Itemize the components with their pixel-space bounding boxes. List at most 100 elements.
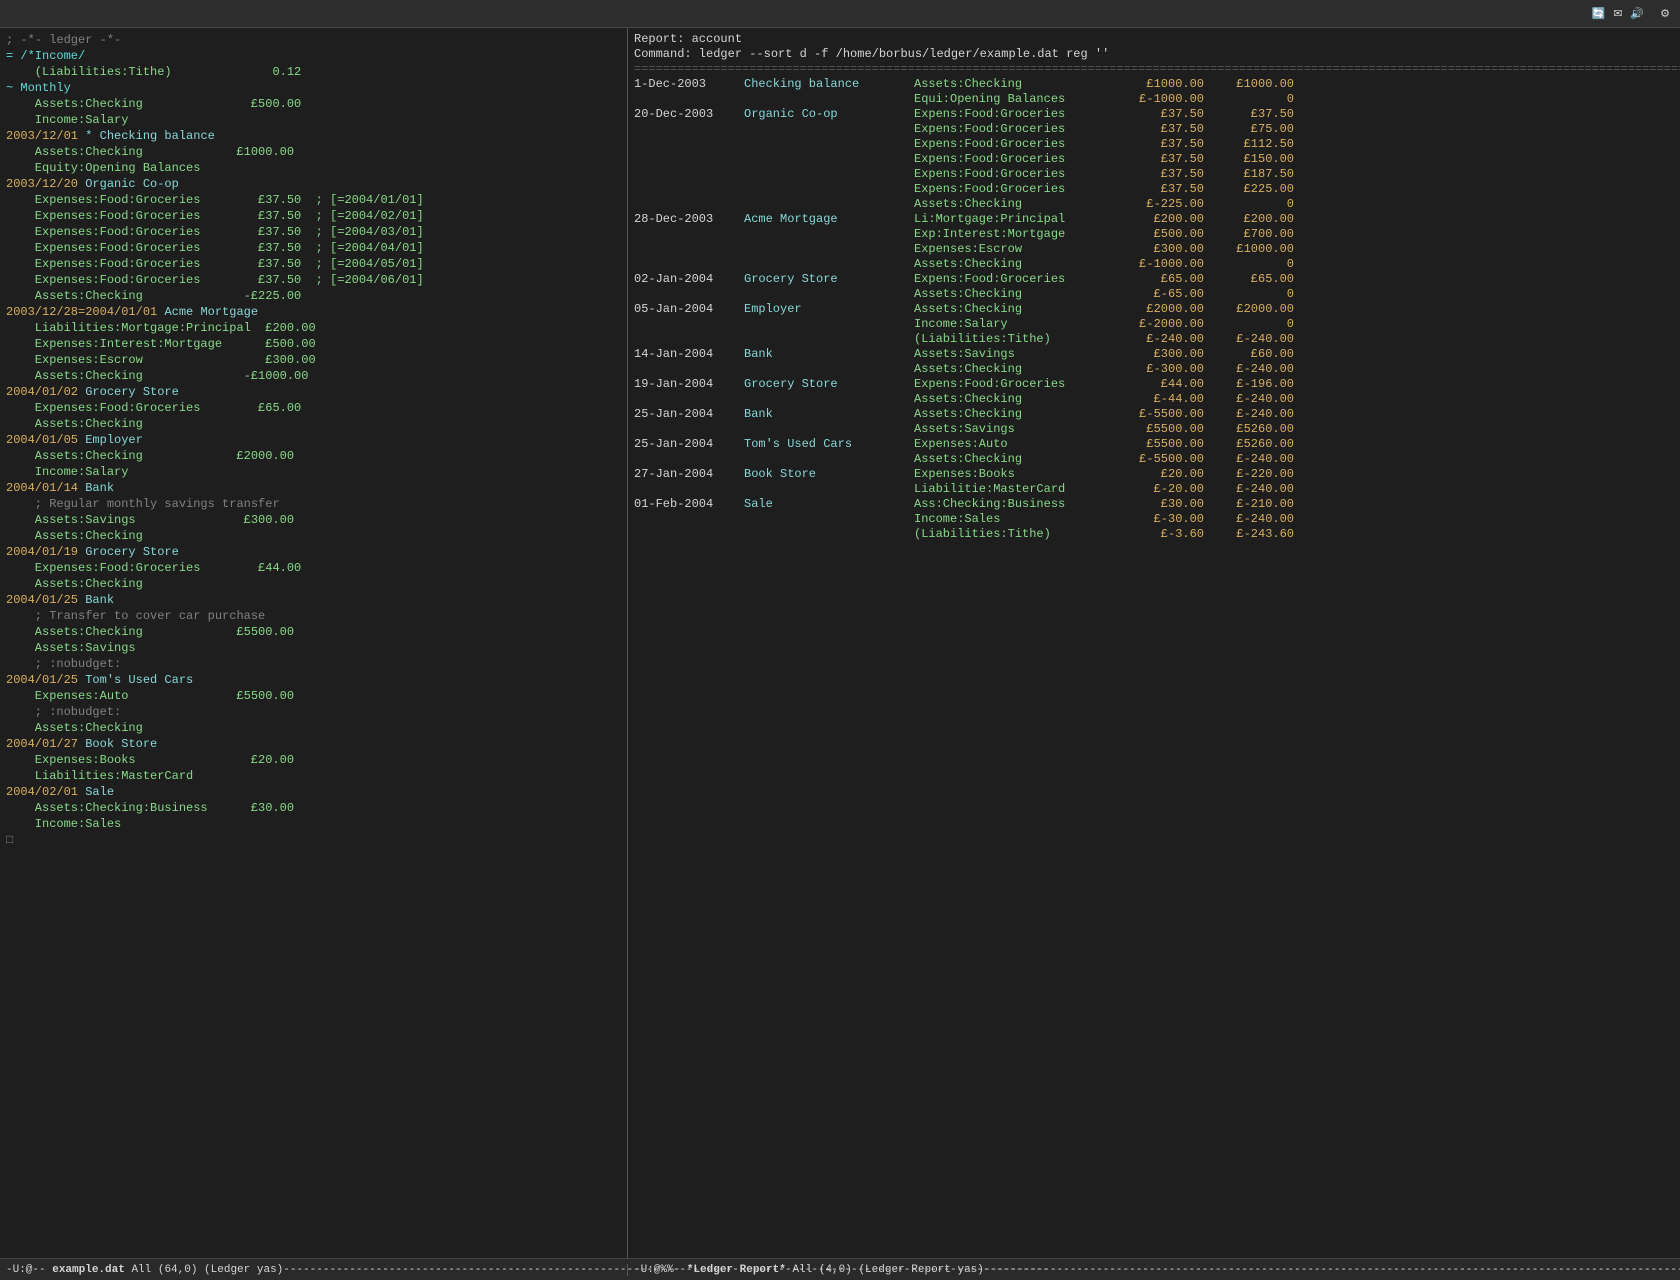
left-line: Assets:Checking -£225.00 (6, 288, 621, 304)
left-line: ; Transfer to cover car purchase (6, 608, 621, 624)
titlebar: 🔄 ✉ 🔊 ⚙ (0, 0, 1680, 28)
left-line: Expenses:Food:Groceries £37.50 ; [=2004/… (6, 240, 621, 256)
report-row: 1-Dec-2003 Checking balance Assets:Check… (634, 77, 1674, 92)
left-line: 2003/12/20 Organic Co-op (6, 176, 621, 192)
settings-icon[interactable]: ⚙ (1660, 7, 1670, 21)
report-row: Liabilitie:MasterCard £-20.00 £-240.00 (634, 482, 1674, 497)
report-row: 25-Jan-2004 Bank Assets:Checking £-5500.… (634, 407, 1674, 422)
left-line: ; :nobudget: (6, 656, 621, 672)
left-line: Expenses:Food:Groceries £37.50 ; [=2004/… (6, 256, 621, 272)
left-line: 2004/01/25 Tom's Used Cars (6, 672, 621, 688)
report-row: Assets:Checking £-65.00 0 (634, 287, 1674, 302)
left-line: = /*Income/ (6, 48, 621, 64)
volume-icon[interactable]: 🔊 (1630, 7, 1644, 21)
left-line: 2003/12/01 * Checking balance (6, 128, 621, 144)
left-line: Assets:Checking (6, 720, 621, 736)
left-line: ; Regular monthly savings transfer (6, 496, 621, 512)
report-row: 01-Feb-2004 Sale Ass:Checking:Business £… (634, 497, 1674, 512)
left-line: Expenses:Auto £5500.00 (6, 688, 621, 704)
report-row: 02-Jan-2004 Grocery Store Expens:Food:Gr… (634, 272, 1674, 287)
report-row: 14-Jan-2004 Bank Assets:Savings £300.00 … (634, 347, 1674, 362)
left-line: ~ Monthly (6, 80, 621, 96)
left-line: Expenses:Books £20.00 (6, 752, 621, 768)
report-row: Assets:Checking £-300.00 £-240.00 (634, 362, 1674, 377)
left-line: Assets:Savings £300.00 (6, 512, 621, 528)
left-line: Expenses:Food:Groceries £37.50 ; [=2004/… (6, 272, 621, 288)
left-line: Expenses:Food:Groceries £37.50 ; [=2004/… (6, 192, 621, 208)
right-pane[interactable]: Report: accountCommand: ledger --sort d … (628, 28, 1680, 1258)
report-row: Expens:Food:Groceries £37.50 £150.00 (634, 152, 1674, 167)
left-line: Expenses:Interest:Mortgage £500.00 (6, 336, 621, 352)
left-line: Assets:Checking:Business £30.00 (6, 800, 621, 816)
report-row: Expens:Food:Groceries £37.50 £225.00 (634, 182, 1674, 197)
report-row: 28-Dec-2003 Acme Mortgage Li:Mortgage:Pr… (634, 212, 1674, 227)
left-line: 2004/01/25 Bank (6, 592, 621, 608)
left-line: Income:Salary (6, 112, 621, 128)
report-row: Exp:Interest:Mortgage £500.00 £700.00 (634, 227, 1674, 242)
left-line: Assets:Checking £2000.00 (6, 448, 621, 464)
statusbar-right-text: -U:@%%- *Ledger Report* All (4,0) (Ledge… (634, 1264, 1680, 1276)
main-content: ; -*- ledger -*-= /*Income/ (Liabilities… (0, 28, 1680, 1258)
statusbar: -U:@-- example.dat All (64,0) (Ledger ya… (0, 1258, 1680, 1280)
left-line: ; :nobudget: (6, 704, 621, 720)
reload-icon[interactable]: 🔄 (1592, 7, 1606, 21)
left-line: 2004/01/14 Bank (6, 480, 621, 496)
left-line: 2004/01/27 Book Store (6, 736, 621, 752)
left-line: Assets:Checking -£1000.00 (6, 368, 621, 384)
report-row: Expens:Food:Groceries £37.50 £112.50 (634, 137, 1674, 152)
left-line: Expenses:Food:Groceries £37.50 ; [=2004/… (6, 208, 621, 224)
report-row: 19-Jan-2004 Grocery Store Expens:Food:Gr… (634, 377, 1674, 392)
report-row: Income:Salary £-2000.00 0 (634, 317, 1674, 332)
left-line: Assets:Checking £500.00 (6, 96, 621, 112)
left-line: ; -*- ledger -*- (6, 32, 621, 48)
left-line: Liabilities:MasterCard (6, 768, 621, 784)
report-row: Assets:Checking £-225.00 0 (634, 197, 1674, 212)
report-row: Expens:Food:Groceries £37.50 £187.50 (634, 167, 1674, 182)
report-row: 20-Dec-2003 Organic Co-op Expens:Food:Gr… (634, 107, 1674, 122)
left-line: Equity:Opening Balances (6, 160, 621, 176)
report-row: Assets:Savings £5500.00 £5260.00 (634, 422, 1674, 437)
left-content: ; -*- ledger -*-= /*Income/ (Liabilities… (6, 32, 621, 848)
report-header-1: Report: account (634, 32, 1674, 47)
report-row: 25-Jan-2004 Tom's Used Cars Expenses:Aut… (634, 437, 1674, 452)
left-line: Income:Sales (6, 816, 621, 832)
report-row: Expens:Food:Groceries £37.50 £75.00 (634, 122, 1674, 137)
report-row: Expenses:Escrow £300.00 £1000.00 (634, 242, 1674, 257)
left-line: Assets:Checking (6, 528, 621, 544)
titlebar-right: 🔄 ✉ 🔊 ⚙ (1584, 7, 1671, 21)
left-line: (Liabilities:Tithe) 0.12 (6, 64, 621, 80)
report-row: 05-Jan-2004 Employer Assets:Checking £20… (634, 302, 1674, 317)
statusbar-right: -U:@%%- *Ledger Report* All (4,0) (Ledge… (628, 1264, 1680, 1276)
report-row: Assets:Checking £-5500.00 £-240.00 (634, 452, 1674, 467)
report-row: Equi:Opening Balances £-1000.00 0 (634, 92, 1674, 107)
left-line: 2003/12/28=2004/01/01 Acme Mortgage (6, 304, 621, 320)
report-row: 27-Jan-2004 Book Store Expenses:Books £2… (634, 467, 1674, 482)
left-line: Expenses:Food:Groceries £37.50 ; [=2004/… (6, 224, 621, 240)
left-line: 2004/01/02 Grocery Store (6, 384, 621, 400)
left-line: Expenses:Food:Groceries £65.00 (6, 400, 621, 416)
left-line: Assets:Savings (6, 640, 621, 656)
left-line: Income:Salary (6, 464, 621, 480)
left-line: Expenses:Food:Groceries £44.00 (6, 560, 621, 576)
left-line: 2004/01/05 Employer (6, 432, 621, 448)
left-pane[interactable]: ; -*- ledger -*-= /*Income/ (Liabilities… (0, 28, 628, 1258)
left-line: Assets:Checking (6, 416, 621, 432)
report-row: (Liabilities:Tithe) £-3.60 £-243.60 (634, 527, 1674, 542)
statusbar-left: -U:@-- example.dat All (64,0) (Ledger ya… (0, 1264, 628, 1276)
left-line: Expenses:Escrow £300.00 (6, 352, 621, 368)
report-row: (Liabilities:Tithe) £-240.00 £-240.00 (634, 332, 1674, 347)
report-separator: ========================================… (634, 62, 1674, 77)
left-line: Liabilities:Mortgage:Principal £200.00 (6, 320, 621, 336)
report-row: Assets:Checking £-1000.00 0 (634, 257, 1674, 272)
left-line: 2004/01/19 Grocery Store (6, 544, 621, 560)
report-row: Assets:Checking £-44.00 £-240.00 (634, 392, 1674, 407)
left-line: Assets:Checking £1000.00 (6, 144, 621, 160)
report-row: Income:Sales £-30.00 £-240.00 (634, 512, 1674, 527)
left-line: □ (6, 832, 621, 848)
left-line: 2004/02/01 Sale (6, 784, 621, 800)
left-line: Assets:Checking £5500.00 (6, 624, 621, 640)
left-line: Assets:Checking (6, 576, 621, 592)
right-content: Report: accountCommand: ledger --sort d … (634, 32, 1674, 542)
report-header-2: Command: ledger --sort d -f /home/borbus… (634, 47, 1674, 62)
mail-icon[interactable]: ✉ (1613, 7, 1622, 21)
